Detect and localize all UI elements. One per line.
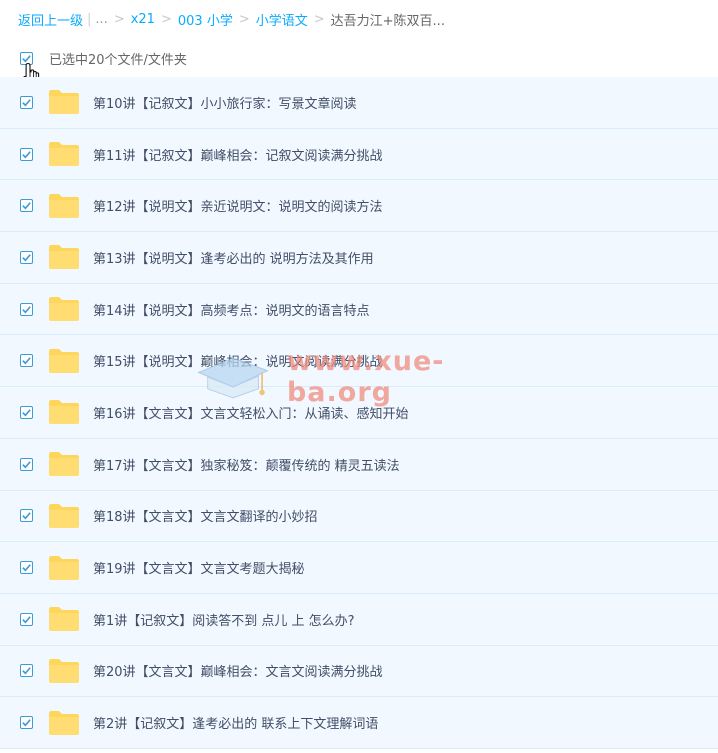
breadcrumb-current: 达吾力江+陈双百... [330,13,445,29]
row-checkbox[interactable] [20,457,33,471]
file-row[interactable]: 第2讲【记叙文】逢考必出的 联系上下文理解词语 [0,697,718,749]
row-checkbox[interactable] [20,664,33,678]
file-row[interactable]: 第1讲【记叙文】阅读答不到 点儿 上 怎么办? [0,593,718,646]
selection-bar: 已选中20个文件/文件夹 [0,40,718,76]
breadcrumb-separator: > [238,11,250,27]
row-checkbox[interactable] [20,95,33,109]
checkbox-checked-icon [22,254,31,262]
row-checkbox[interactable] [20,716,33,730]
file-name[interactable]: 第12讲【说明文】亲近说明文：说明文的阅读方法 [93,196,383,215]
checkbox-checked-icon [22,460,31,469]
file-name[interactable]: 第14讲【说明文】高频考点：说明文的语言特点 [93,300,370,319]
file-row[interactable]: 第11讲【记叙文】巅峰相会：记叙文阅读满分挑战 [0,128,718,181]
folder-icon [49,452,79,477]
file-name[interactable]: 第19讲【文言文】文言文考题大揭秘 [93,558,305,577]
row-checkbox[interactable] [20,147,33,161]
file-row[interactable]: 第12讲【说明文】亲近说明文：说明文的阅读方法 [0,180,718,233]
file-row[interactable]: 第19讲【文言文】文言文考题大揭秘 [0,542,718,594]
back-link[interactable]: 返回上一级 [18,10,83,29]
row-checkbox[interactable] [20,405,33,419]
folder-icon [49,142,79,167]
breadcrumb: 返回上一级 | ... > x21 > 003 小学 > 小学语文 > 达吾力江… [18,0,445,38]
folder-icon [49,297,79,322]
checkbox-checked-icon [22,99,31,107]
checkbox-checked-icon [22,615,31,624]
file-row[interactable]: 第16讲【文言文】文言文轻松入门：从诵读、感知开始 [0,387,718,439]
file-row[interactable]: 第14讲【说明文】高频考点：说明文的语言特点 [0,283,718,336]
row-checkbox[interactable] [20,354,33,368]
folder-icon [49,193,79,218]
file-name[interactable]: 第18讲【文言文】文言文翻译的小妙招 [93,506,318,525]
folder-icon [49,555,79,580]
breadcrumb-item-chinese[interactable]: 小学语文 [256,10,308,29]
folder-icon [49,348,79,373]
file-row[interactable]: 第15讲【说明文】巅峰相会：说明文阅读满分挑战 [0,335,718,388]
breadcrumb-ellipsis[interactable]: ... [95,12,107,27]
file-list: 第10讲【记叙文】小小旅行家：写景文章阅读第11讲【记叙文】巅峰相会：记叙文阅读… [0,77,718,749]
breadcrumb-divider: | [87,11,92,27]
checkbox-checked-icon [22,564,31,572]
folder-icon [49,710,79,735]
row-checkbox[interactable] [20,612,33,626]
folder-icon [49,503,79,528]
breadcrumb-item-primary[interactable]: 003 小学 [178,10,233,29]
checkbox-checked-icon [22,667,31,675]
checkbox-checked-icon [22,357,31,365]
file-name[interactable]: 第2讲【记叙文】逢考必出的 联系上下文理解词语 [93,713,378,732]
breadcrumb-item-x21[interactable]: x21 [131,12,155,27]
row-checkbox[interactable] [20,561,33,575]
file-name[interactable]: 第1讲【记叙文】阅读答不到 点儿 上 怎么办? [93,610,355,629]
folder-icon [49,658,79,683]
checkbox-checked-icon [22,150,31,158]
file-row[interactable]: 第18讲【文言文】文言文翻译的小妙招 [0,490,718,543]
file-row[interactable]: 第20讲【文言文】巅峰相会：文言文阅读满分挑战 [0,645,718,698]
checkbox-checked-icon [22,202,31,210]
file-name[interactable]: 第13讲【说明文】逢考必出的 说明方法及其作用 [93,248,374,267]
file-row[interactable]: 第13讲【说明文】逢考必出的 说明方法及其作用 [0,232,718,284]
row-checkbox[interactable] [20,199,33,213]
file-name[interactable]: 第15讲【说明文】巅峰相会：说明文阅读满分挑战 [93,351,383,370]
row-checkbox[interactable] [20,302,33,316]
file-name[interactable]: 第17讲【文言文】独家秘笈：颠覆传统的 精灵五读法 [93,455,400,474]
checkbox-checked-icon [22,409,31,417]
file-name[interactable]: 第16讲【文言文】文言文轻松入门：从诵读、感知开始 [93,403,409,422]
folder-icon [49,90,79,115]
checkbox-checked-icon [22,719,31,727]
file-name[interactable]: 第20讲【文言文】巅峰相会：文言文阅读满分挑战 [93,661,383,680]
breadcrumb-separator: > [313,11,325,27]
file-row[interactable]: 第17讲【文言文】独家秘笈：颠覆传统的 精灵五读法 [0,438,718,491]
checkbox-checked-icon [22,305,31,314]
file-name[interactable]: 第11讲【记叙文】巅峰相会：记叙文阅读满分挑战 [93,145,383,164]
checkbox-checked-icon [22,512,31,520]
row-checkbox[interactable] [20,250,33,264]
selection-count: 已选中20个文件/文件夹 [49,52,187,68]
folder-icon [49,607,79,632]
folder-icon [49,400,79,425]
file-name[interactable]: 第10讲【记叙文】小小旅行家：写景文章阅读 [93,93,357,112]
folder-icon [49,245,79,270]
breadcrumb-separator: > [160,11,172,27]
file-row[interactable]: 第10讲【记叙文】小小旅行家：写景文章阅读 [0,77,718,129]
row-checkbox[interactable] [20,509,33,523]
breadcrumb-separator: > [113,11,125,27]
